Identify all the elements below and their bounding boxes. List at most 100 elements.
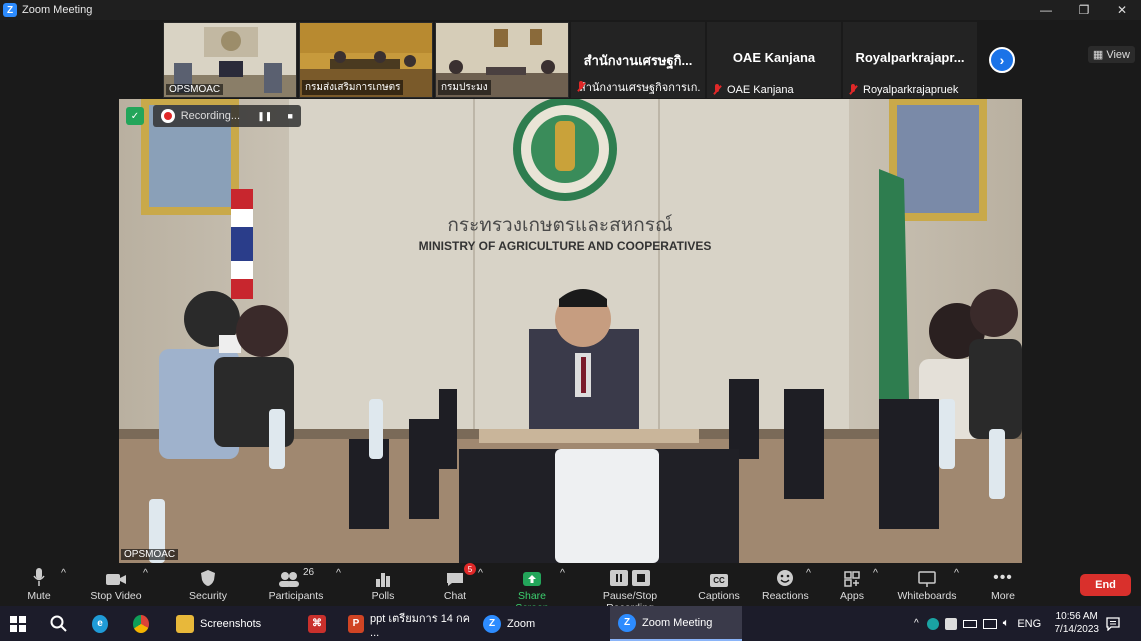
tray-app2-icon[interactable] bbox=[944, 617, 957, 630]
edge-button[interactable]: e bbox=[92, 606, 114, 641]
taskbar-app-screenshots[interactable]: Screenshots bbox=[172, 606, 298, 641]
minimize-button[interactable]: — bbox=[1027, 0, 1065, 20]
mute-options-caret[interactable]: ^ bbox=[61, 567, 66, 579]
speaker-video-frame: กระทรวงเกษตรและสหกรณ์ MINISTRY OF AGRICU… bbox=[119, 99, 1022, 563]
participants-icon: 26 bbox=[268, 567, 324, 587]
chat-options-caret[interactable]: ^ bbox=[478, 567, 483, 579]
thumb-name: OPSMOAC bbox=[166, 84, 224, 95]
captions-icon: CC bbox=[698, 567, 740, 587]
zoom-logo-icon: Z bbox=[3, 3, 17, 17]
view-label: View bbox=[1106, 49, 1130, 61]
chat-icon: 5 bbox=[440, 563, 476, 587]
reactions-options-caret[interactable]: ^ bbox=[806, 567, 811, 579]
taskbar-app-zoom-meeting[interactable]: Z Zoom Meeting bbox=[610, 606, 742, 641]
video-camera-icon bbox=[88, 567, 144, 587]
stop-video-button[interactable]: Stop Video bbox=[88, 567, 144, 602]
tile-name: Royalparkrajapruek bbox=[863, 84, 959, 96]
whiteboards-options-caret[interactable]: ^ bbox=[954, 567, 959, 579]
windows-logo-icon bbox=[10, 615, 26, 632]
thumb-name: กรมประมง bbox=[438, 80, 491, 95]
thumb-name: กรมส่งเสริมการเกษตร bbox=[302, 80, 404, 95]
pause-recording-button[interactable]: ❚❚ bbox=[254, 107, 276, 125]
share-options-caret[interactable]: ^ bbox=[560, 567, 565, 579]
grid-icon: ▦ bbox=[1092, 49, 1107, 61]
polls-label: Polls bbox=[371, 590, 395, 602]
battery-icon[interactable] bbox=[962, 619, 977, 628]
pdf-icon: ⌘ bbox=[308, 614, 326, 633]
main-speaker-video[interactable]: กระทรวงเกษตรและสหกรณ์ MINISTRY OF AGRICU… bbox=[119, 99, 1022, 563]
participants-button[interactable]: 26 Participants bbox=[268, 567, 324, 602]
polls-button[interactable]: Polls bbox=[366, 567, 400, 602]
volume-icon[interactable]: 🔈︎ bbox=[1003, 617, 1010, 630]
network-icon[interactable] bbox=[982, 618, 997, 629]
tile-name: สำนักงานเศรษฐกิจการเก... bbox=[579, 82, 701, 94]
tile-display-name: Royalparkrajapr... bbox=[855, 50, 965, 65]
whiteboards-button[interactable]: Whiteboards bbox=[896, 567, 958, 602]
chrome-icon bbox=[133, 614, 149, 633]
sign-thai: กระทรวงเกษตรและสหกรณ์ bbox=[447, 214, 672, 236]
security-label: Security bbox=[189, 590, 227, 602]
notifications-button[interactable] bbox=[1106, 606, 1122, 641]
taskbar-app-pdf[interactable]: ⌘ bbox=[308, 606, 332, 641]
reactions-icon bbox=[762, 567, 808, 587]
mute-label: Mute bbox=[27, 590, 51, 602]
taskbar-app-label: Zoom bbox=[507, 617, 536, 630]
whiteboard-icon bbox=[896, 567, 958, 587]
clock-time: 10:56 AM bbox=[1055, 611, 1098, 622]
taskbar-app-powerpoint[interactable]: P ppt เตรียมการ 14 กค ... bbox=[346, 606, 470, 641]
close-button[interactable]: ✕ bbox=[1103, 0, 1141, 20]
gallery-next-button[interactable]: › bbox=[989, 47, 1015, 73]
video-thumb-3[interactable]: กรมประมง bbox=[435, 22, 569, 98]
tray-app-icon[interactable] bbox=[926, 617, 939, 630]
name-tile-2[interactable]: OAE Kanjana OAE Kanjana bbox=[707, 22, 841, 98]
share-screen-icon bbox=[502, 567, 562, 587]
video-thumb-2[interactable]: กรมส่งเสริมการเกษตร bbox=[299, 22, 433, 98]
participant-gallery: OPSMOAC กรมส่งเสริมการเกษตร กรมประมง สำน… bbox=[0, 20, 1141, 98]
name-tile-1[interactable]: สำนักงานเศรษฐกิ... สำนักงานเศรษฐกิจการเก… bbox=[571, 22, 705, 98]
search-button[interactable] bbox=[50, 606, 72, 641]
end-meeting-button[interactable]: End bbox=[1080, 574, 1131, 596]
pause-stop-icon bbox=[580, 567, 680, 587]
chat-label: Chat bbox=[443, 590, 467, 602]
recording-indicator: Recording... ❚❚ ■ bbox=[153, 105, 301, 127]
apps-options-caret[interactable]: ^ bbox=[873, 567, 878, 579]
shield-icon bbox=[186, 567, 230, 587]
tile-footer: OAE Kanjana bbox=[711, 84, 837, 96]
tile-display-name: สำนักงานเศรษฐกิ... bbox=[583, 53, 693, 68]
video-options-caret[interactable]: ^ bbox=[143, 567, 148, 579]
window-title: Zoom Meeting bbox=[22, 4, 93, 16]
tile-footer: Royalparkrajapruek bbox=[847, 84, 973, 96]
mic-muted-icon bbox=[711, 84, 723, 96]
reactions-label: Reactions bbox=[762, 590, 809, 602]
recording-cloud-icon bbox=[161, 109, 175, 123]
participants-options-caret[interactable]: ^ bbox=[336, 567, 341, 579]
apps-icon bbox=[838, 567, 866, 587]
tile-footer: สำนักงานเศรษฐกิจการเก... bbox=[575, 78, 701, 96]
taskbar-app-zoom[interactable]: Z Zoom bbox=[479, 606, 605, 641]
chat-button[interactable]: 5 Chat bbox=[440, 563, 476, 602]
name-tile-3[interactable]: Royalparkrajapr... Royalparkrajapruek bbox=[843, 22, 977, 98]
taskbar-clock[interactable]: 10:56 AM 7/14/2023 bbox=[1055, 610, 1100, 636]
whiteboards-label: Whiteboards bbox=[897, 590, 957, 602]
security-button[interactable]: Security bbox=[186, 567, 230, 602]
stop-recording-button[interactable]: ■ bbox=[280, 107, 302, 125]
chrome-button[interactable] bbox=[133, 606, 155, 641]
start-button[interactable] bbox=[10, 606, 32, 641]
video-thumb-1[interactable]: OPSMOAC bbox=[163, 22, 297, 98]
more-button[interactable]: ••• More bbox=[988, 567, 1018, 602]
zoom-icon: Z bbox=[618, 613, 636, 632]
mic-muted-icon bbox=[847, 84, 859, 96]
encryption-shield-icon[interactable]: ✓ bbox=[126, 107, 144, 125]
clock-date: 7/14/2023 bbox=[1054, 624, 1100, 635]
folder-icon bbox=[176, 614, 194, 633]
captions-button[interactable]: CC Captions bbox=[698, 567, 740, 602]
title-bar: Z Zoom Meeting — ❐ ✕ bbox=[0, 0, 1141, 20]
tray-overflow-icon[interactable]: ^ bbox=[914, 618, 919, 629]
language-indicator[interactable]: ENG bbox=[1017, 618, 1041, 630]
reactions-button[interactable]: Reactions bbox=[762, 567, 809, 602]
windows-taskbar: e Screenshots ⌘ P ppt เตรียมการ 14 กค ..… bbox=[0, 606, 1141, 641]
apps-button[interactable]: Apps bbox=[838, 567, 866, 602]
restore-button[interactable]: ❐ bbox=[1065, 0, 1103, 20]
mute-button[interactable]: Mute bbox=[22, 567, 56, 602]
view-button[interactable]: ▦ View bbox=[1087, 46, 1135, 63]
